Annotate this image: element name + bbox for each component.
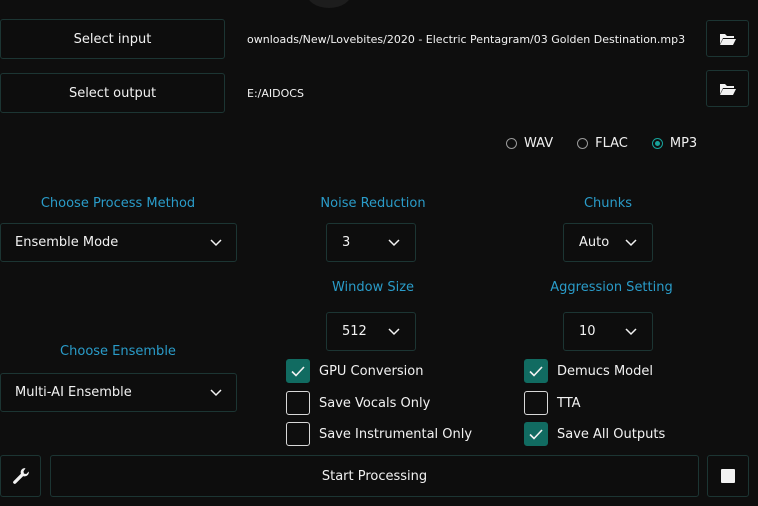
noise-reduction-label: Noise Reduction — [320, 196, 426, 211]
process-method-label: Choose Process Method — [40, 196, 196, 211]
wrench-icon — [12, 468, 29, 484]
noise-reduction-select[interactable]: 3 — [326, 223, 416, 262]
chevron-down-icon — [388, 327, 400, 335]
stop-icon — [721, 469, 735, 483]
ensemble-label: Choose Ensemble — [60, 344, 176, 359]
chunks-label: Chunks — [583, 196, 633, 211]
radio-ring — [577, 138, 589, 149]
folder-open-icon — [719, 83, 736, 95]
ensemble-value: Multi-AI Ensemble — [15, 385, 132, 400]
gpu-conversion-checkbox[interactable]: GPU Conversion — [286, 359, 423, 383]
gpu-conversion-label: GPU Conversion — [319, 363, 424, 379]
select-input-button[interactable]: Select input — [0, 19, 225, 59]
chevron-down-icon — [210, 388, 222, 396]
top-knob — [306, 0, 352, 8]
save-instrumental-only-checkbox[interactable]: Save Instrumental Only — [286, 422, 472, 446]
save-instrumental-only-label: Save Instrumental Only — [319, 426, 473, 442]
chevron-down-icon — [625, 238, 637, 246]
noise-reduction-value: 3 — [342, 235, 351, 250]
select-output-label: Select output — [68, 85, 157, 101]
chevron-down-icon — [388, 238, 400, 246]
save-all-outputs-label: Save All Outputs — [557, 426, 666, 442]
chevron-down-icon — [210, 238, 222, 246]
checkbox-box — [524, 391, 548, 415]
select-output-button[interactable]: Select output — [0, 73, 225, 113]
output-path: E:/AIDOCS — [247, 87, 304, 100]
start-processing-label: Start Processing — [321, 468, 428, 484]
checkbox-box-checked — [286, 359, 310, 383]
browse-output-button[interactable] — [706, 70, 749, 107]
check-icon — [291, 365, 305, 377]
folder-open-icon — [719, 33, 736, 45]
checkbox-box-checked — [524, 422, 548, 446]
aggression-label: Aggression Setting — [550, 280, 673, 295]
window-size-value: 512 — [342, 324, 367, 339]
format-mp3-radio[interactable]: MP3 — [651, 136, 698, 151]
format-flac-label: FLAC — [595, 136, 628, 151]
tta-label: TTA — [557, 395, 581, 411]
format-mp3-label: MP3 — [669, 136, 698, 151]
format-wav-label: WAV — [524, 136, 554, 151]
check-icon — [529, 365, 543, 377]
radio-ring — [506, 138, 517, 149]
save-vocals-only-label: Save Vocals Only — [319, 395, 431, 411]
checkbox-box — [286, 422, 310, 446]
save-vocals-only-checkbox[interactable]: Save Vocals Only — [286, 391, 430, 415]
aggression-value: 10 — [579, 324, 596, 339]
checkbox-box — [286, 391, 310, 415]
aggression-select[interactable]: 10 — [563, 312, 653, 351]
tta-checkbox[interactable]: TTA — [524, 391, 581, 415]
format-wav-radio[interactable]: WAV — [506, 136, 553, 151]
checkbox-box-checked — [524, 359, 548, 383]
check-icon — [529, 428, 543, 440]
ensemble-select[interactable]: Multi-AI Ensemble — [0, 373, 237, 412]
format-flac-radio[interactable]: FLAC — [577, 136, 628, 151]
window-size-select[interactable]: 512 — [326, 312, 416, 351]
browse-input-button[interactable] — [706, 20, 749, 57]
chunks-select[interactable]: Auto — [563, 223, 653, 262]
output-format-group: WAV FLAC MP3 — [506, 136, 697, 151]
demucs-model-checkbox[interactable]: Demucs Model — [524, 359, 653, 383]
process-method-value: Ensemble Mode — [15, 235, 119, 250]
start-processing-button[interactable]: Start Processing — [50, 455, 699, 497]
demucs-model-label: Demucs Model — [557, 363, 653, 379]
process-method-select[interactable]: Ensemble Mode — [0, 223, 237, 262]
window-size-label: Window Size — [331, 280, 415, 295]
save-all-outputs-checkbox[interactable]: Save All Outputs — [524, 422, 665, 446]
chevron-down-icon — [625, 327, 637, 335]
radio-ring-selected — [651, 138, 663, 149]
chunks-value: Auto — [579, 235, 610, 250]
input-path: ownloads/New/Lovebites/2020 - Electric P… — [247, 33, 686, 46]
settings-button[interactable] — [0, 455, 41, 497]
stop-button[interactable] — [707, 455, 749, 497]
select-input-label: Select input — [73, 31, 152, 47]
